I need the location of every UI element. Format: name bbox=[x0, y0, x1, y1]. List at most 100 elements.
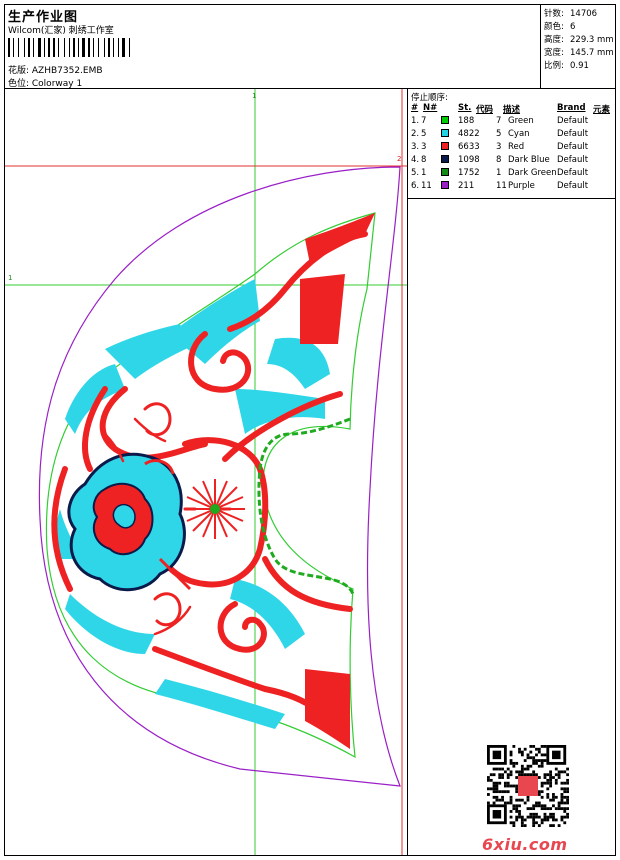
barcode-bar bbox=[104, 38, 105, 57]
qr-module bbox=[560, 815, 564, 819]
qr-module bbox=[535, 821, 538, 825]
color-stop-row[interactable]: 5. 1 1752 1 Dark Green Default bbox=[411, 168, 613, 180]
row-index: 3. bbox=[411, 142, 420, 152]
cyan-fill-top-left bbox=[105, 324, 190, 379]
barcode-bar bbox=[113, 38, 114, 57]
stat-scale: 比例: 0.91 bbox=[544, 61, 589, 71]
qr-module bbox=[492, 795, 496, 799]
stop-sequence-panel: 停止顺序: # N# St. 代码 描述 Brand 元素 1. 7 188 7 Gre… bbox=[408, 89, 615, 199]
qr-module bbox=[523, 767, 527, 771]
qr-module bbox=[523, 824, 527, 827]
qr-module bbox=[515, 815, 519, 819]
qr-module bbox=[523, 801, 527, 805]
qr-module bbox=[520, 773, 524, 777]
row-code: 7 bbox=[496, 116, 502, 126]
qr-module bbox=[526, 756, 530, 760]
barcode-bar bbox=[129, 38, 130, 57]
qr-module bbox=[529, 745, 533, 748]
barcode-bar bbox=[46, 38, 47, 57]
design-preview[interactable]: 1 1 2 bbox=[5, 89, 408, 855]
barcode-bar bbox=[126, 38, 128, 57]
qr-module bbox=[520, 815, 524, 819]
qr-module bbox=[566, 767, 569, 771]
watermark-logo: 6xiu.com bbox=[482, 835, 568, 854]
header-info: 生产作业图 Wilcom(汇家) 刺绣工作室 花版: AZHB7352.EMB … bbox=[5, 5, 541, 89]
barcode-bar bbox=[11, 38, 12, 57]
qr-module bbox=[518, 812, 521, 816]
qr-module bbox=[509, 770, 513, 774]
qr-module bbox=[540, 821, 544, 825]
qr-module bbox=[492, 781, 496, 785]
qr-module bbox=[540, 790, 544, 794]
qr-module bbox=[518, 798, 521, 802]
qr-module bbox=[520, 764, 524, 768]
qr-module bbox=[520, 767, 524, 771]
row-needle: 1 bbox=[421, 168, 427, 178]
color-stop-row[interactable]: 6. 11 211 11 Purple Default bbox=[411, 181, 613, 193]
row-index: 6. bbox=[411, 181, 420, 191]
guide-label-v1: 1 bbox=[252, 92, 257, 100]
qr-module bbox=[560, 795, 564, 799]
header-elem: 元素 bbox=[593, 105, 611, 115]
row-description: Green bbox=[508, 116, 534, 126]
qr-module bbox=[540, 764, 544, 768]
qr-module bbox=[535, 773, 538, 777]
color-stop-row[interactable]: 1. 7 188 7 Green Default bbox=[411, 116, 613, 128]
qr-module bbox=[520, 821, 524, 825]
stop-sequence-header: # N# St. 代码 描述 Brand 元素 bbox=[411, 103, 613, 115]
qr-module bbox=[549, 781, 553, 785]
color-stop-row[interactable]: 3. 3 6633 3 Red Default bbox=[411, 142, 613, 154]
qr-module bbox=[512, 807, 516, 811]
red-small-curl-2 bbox=[153, 592, 182, 627]
qr-module bbox=[549, 812, 553, 816]
starburst-center bbox=[210, 504, 220, 514]
qr-module bbox=[532, 815, 536, 819]
barcode-bar bbox=[73, 38, 75, 57]
qr-module bbox=[492, 801, 496, 805]
qr-module bbox=[509, 750, 513, 754]
qr-module bbox=[549, 815, 553, 819]
row-needle: 11 bbox=[421, 181, 432, 191]
stat-colors: 颜色: 6 bbox=[544, 22, 576, 32]
qr-module bbox=[537, 815, 541, 819]
qr-module bbox=[501, 776, 504, 779]
qr-module bbox=[540, 759, 544, 762]
row-brand: Default bbox=[557, 129, 589, 139]
qr-module bbox=[487, 793, 490, 796]
color-swatch bbox=[441, 116, 449, 124]
barcode-bar bbox=[86, 38, 87, 57]
qr-module bbox=[492, 784, 496, 788]
qr-module bbox=[506, 773, 510, 777]
qr-module bbox=[549, 798, 553, 802]
barcode-bar bbox=[18, 38, 19, 57]
color-stop-row[interactable]: 2. 5 4822 5 Cyan Default bbox=[411, 129, 613, 141]
qr-module bbox=[543, 818, 547, 822]
qr-module bbox=[543, 753, 547, 757]
barcode-bar bbox=[64, 38, 65, 57]
qr-module bbox=[549, 778, 553, 782]
barcode-bar bbox=[91, 38, 92, 57]
qr-module bbox=[498, 776, 502, 779]
qr-module bbox=[512, 804, 516, 808]
red-curve-left bbox=[99, 386, 208, 461]
qr-module bbox=[535, 804, 538, 808]
color-stop-row[interactable]: 4. 8 1098 8 Dark Blue Default bbox=[411, 155, 613, 167]
qr-module bbox=[563, 781, 567, 785]
barcode-bar bbox=[118, 38, 119, 57]
qr-module bbox=[520, 770, 524, 774]
stat-stitches: 针数: 14706 bbox=[544, 9, 598, 19]
qr-module bbox=[501, 767, 504, 771]
stat-height: 高度: 229.3 mm bbox=[544, 35, 614, 45]
qr-module bbox=[546, 795, 550, 799]
row-index: 2. bbox=[411, 129, 420, 139]
qr-module bbox=[554, 818, 558, 822]
qr-module bbox=[563, 807, 567, 811]
barcode-bar bbox=[42, 38, 43, 57]
qr-module bbox=[557, 807, 561, 811]
qr-module bbox=[509, 815, 513, 819]
qr-module bbox=[566, 801, 569, 805]
qr-module bbox=[537, 759, 541, 762]
qr-module bbox=[557, 773, 561, 777]
row-needle: 8 bbox=[421, 155, 427, 165]
qr-module bbox=[563, 801, 567, 805]
